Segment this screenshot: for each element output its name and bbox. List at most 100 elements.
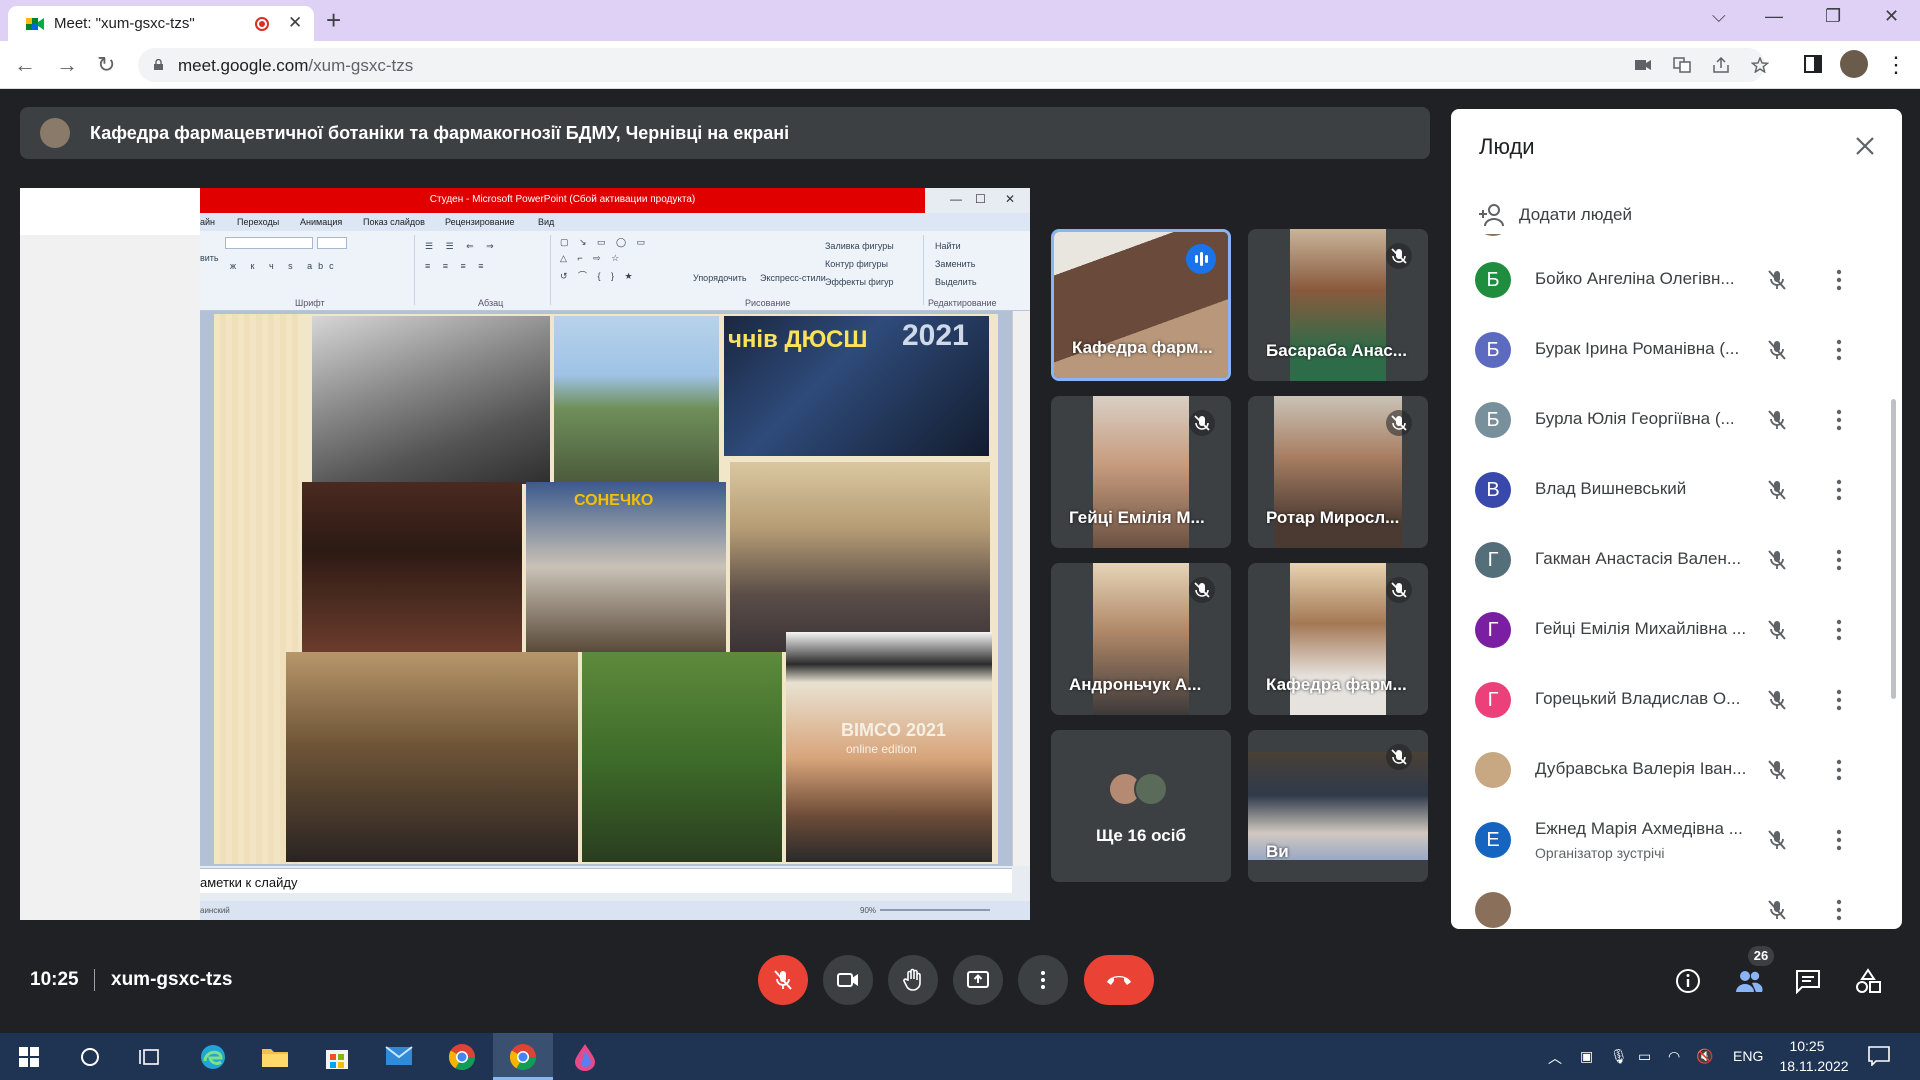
more-vert-icon[interactable] xyxy=(1836,829,1842,851)
taskbar-date[interactable]: 18.11.2022 xyxy=(1774,1058,1854,1074)
camera-toggle-button[interactable] xyxy=(823,955,873,1005)
minimize-window-icon[interactable]: — xyxy=(1765,6,1783,27)
address-bar[interactable]: meet.google.com/xum-gsxc-tzs xyxy=(138,48,1769,82)
bookmark-star-icon[interactable] xyxy=(1751,57,1769,73)
mic-off-icon[interactable] xyxy=(1765,618,1789,642)
participant-row[interactable]: Г Горецький Владислав О... xyxy=(1451,665,1891,735)
camera-blocked-icon[interactable] xyxy=(1634,57,1652,73)
profile-avatar[interactable] xyxy=(1840,50,1868,78)
close-tab-icon[interactable]: ✕ xyxy=(288,13,302,33)
participant-row[interactable]: Б Бойко Ангеліна Олегівн... xyxy=(1451,245,1891,315)
more-vert-icon[interactable] xyxy=(1836,269,1842,291)
tray-volume-icon[interactable]: 🔇 xyxy=(1696,1048,1713,1065)
photo-folk-ensemble xyxy=(302,482,522,652)
more-vert-icon[interactable] xyxy=(1836,549,1842,571)
taskbar-chrome-active[interactable] xyxy=(493,1033,553,1080)
mic-toggle-button[interactable] xyxy=(758,955,808,1005)
raise-hand-button[interactable] xyxy=(888,955,938,1005)
side-panel-icon[interactable] xyxy=(1804,55,1822,73)
participant-row[interactable]: Е Ежнед Марія Ахмедівна ... Організатор зу… xyxy=(1451,805,1891,875)
participant-list-scrollbar[interactable] xyxy=(1891,399,1896,699)
taskbar-chrome[interactable] xyxy=(432,1033,492,1080)
photo-cleanup xyxy=(582,652,782,862)
participant-tile[interactable]: Басараба Анас... xyxy=(1248,229,1428,381)
participant-row[interactable]: Б Бурак Ірина Романівна (... xyxy=(1451,315,1891,385)
participant-tile[interactable]: Кафедра фарм... xyxy=(1051,229,1231,381)
slide: чнів ДЮСШ 2021 СОНЕЧКО BIMCO 2021 online… xyxy=(214,314,998,864)
participant-avatar: Б xyxy=(1475,332,1511,368)
presentation-banner-text: Кафедра фармацевтичної ботаніки та фарма… xyxy=(90,123,790,143)
taskbar-store[interactable] xyxy=(308,1033,368,1080)
translate-icon[interactable] xyxy=(1673,57,1691,73)
participant-row[interactable]: Г Гейці Емілія Михайлівна ... xyxy=(1451,595,1891,665)
participant-count-badge: 26 xyxy=(1748,946,1774,966)
tab-search-icon[interactable]: ⌵ xyxy=(1712,6,1726,27)
taskbar-mail[interactable] xyxy=(370,1033,430,1080)
meeting-details-icon[interactable] xyxy=(1674,968,1702,994)
close-icon[interactable] xyxy=(1854,135,1876,157)
leave-call-button[interactable] xyxy=(1084,955,1154,1005)
mic-off-icon[interactable] xyxy=(1765,688,1789,712)
taskbar-time[interactable]: 10:25 xyxy=(1777,1038,1837,1054)
task-view-button[interactable] xyxy=(120,1033,180,1080)
taskbar-file-explorer[interactable] xyxy=(246,1033,306,1080)
mic-off-icon[interactable] xyxy=(1765,338,1789,362)
participant-tile[interactable]: Гейці Емілія М... xyxy=(1051,396,1231,548)
participant-row[interactable]: Б Бурла Юлія Георгіївна (... xyxy=(1451,385,1891,455)
browser-menu-icon[interactable]: ⋮ xyxy=(1885,52,1907,78)
reload-icon[interactable]: ↻ xyxy=(97,52,115,78)
chat-icon[interactable] xyxy=(1794,968,1822,994)
mic-off-icon[interactable] xyxy=(1765,408,1789,432)
tray-mic-icon[interactable]: 🎙 xyxy=(1610,1048,1628,1065)
taskbar-edge[interactable] xyxy=(184,1033,244,1080)
new-tab-icon[interactable]: + xyxy=(326,5,341,36)
more-vert-icon[interactable] xyxy=(1836,759,1842,781)
more-vert-icon[interactable] xyxy=(1836,619,1842,641)
forward-icon[interactable]: → xyxy=(56,52,78,78)
close-window-icon[interactable]: ✕ xyxy=(1884,6,1899,27)
tray-wifi-icon[interactable]: ◠ xyxy=(1668,1048,1680,1065)
more-vert-icon[interactable] xyxy=(1836,339,1842,361)
search-button[interactable] xyxy=(60,1033,120,1080)
participant-row[interactable]: Дубравська Валерія Іван... xyxy=(1451,735,1891,805)
taskbar-app[interactable] xyxy=(555,1033,615,1080)
tray-device-icon[interactable]: ▣ xyxy=(1580,1048,1593,1065)
more-vert-icon[interactable] xyxy=(1836,409,1842,431)
participant-tile[interactable]: Ротар Миросл... xyxy=(1248,396,1428,548)
mic-off-icon[interactable] xyxy=(1765,478,1789,502)
activities-icon[interactable] xyxy=(1854,968,1882,994)
mic-off-icon[interactable] xyxy=(1765,898,1789,922)
mic-off-icon[interactable] xyxy=(1765,758,1789,782)
mail-icon xyxy=(385,1046,413,1065)
tray-chevron-icon[interactable]: ︿ xyxy=(1548,1048,1562,1068)
meet-main: Кафедра фармацевтичної ботаніки та фарма… xyxy=(0,89,1920,1033)
more-participants-tile[interactable]: Ще 16 осіб xyxy=(1051,730,1231,882)
people-icon[interactable] xyxy=(1735,968,1763,994)
participant-tile[interactable]: Андроньчук А... xyxy=(1051,563,1231,715)
store-icon xyxy=(326,1050,348,1069)
participant-row[interactable]: В Влад Вишневський xyxy=(1451,455,1891,525)
present-now-button[interactable] xyxy=(953,955,1003,1005)
more-vert-icon[interactable] xyxy=(1836,689,1842,711)
participant-name: Гейці Емілія Михайлівна ... xyxy=(1535,619,1747,638)
more-vert-icon[interactable] xyxy=(1836,899,1842,921)
participant-tile[interactable]: Кафедра фарм... xyxy=(1248,563,1428,715)
more-vert-icon[interactable] xyxy=(1836,479,1842,501)
tray-battery-icon[interactable]: ▭ xyxy=(1638,1048,1651,1065)
google-meet-icon xyxy=(26,18,44,30)
mic-off-icon[interactable] xyxy=(1765,268,1789,292)
notifications-icon[interactable] xyxy=(1868,1046,1890,1066)
participant-row[interactable] xyxy=(1451,875,1891,929)
browser-tab[interactable]: Meet: "xum-gsxc-tzs" ✕ xyxy=(8,6,314,41)
mic-off-icon[interactable] xyxy=(1765,548,1789,572)
more-options-button[interactable] xyxy=(1018,955,1068,1005)
self-tile[interactable]: Ви xyxy=(1248,730,1428,882)
restore-window-icon[interactable]: ❐ xyxy=(1825,6,1841,27)
participant-row[interactable]: Г Гакман Анастасія Вален... xyxy=(1451,525,1891,595)
back-icon[interactable]: ← xyxy=(14,52,36,78)
start-button[interactable] xyxy=(0,1033,60,1080)
share-icon[interactable] xyxy=(1712,57,1730,73)
tray-language[interactable]: ENG xyxy=(1733,1048,1763,1064)
mic-off-icon[interactable] xyxy=(1765,828,1789,852)
task-view-icon xyxy=(139,1049,159,1065)
